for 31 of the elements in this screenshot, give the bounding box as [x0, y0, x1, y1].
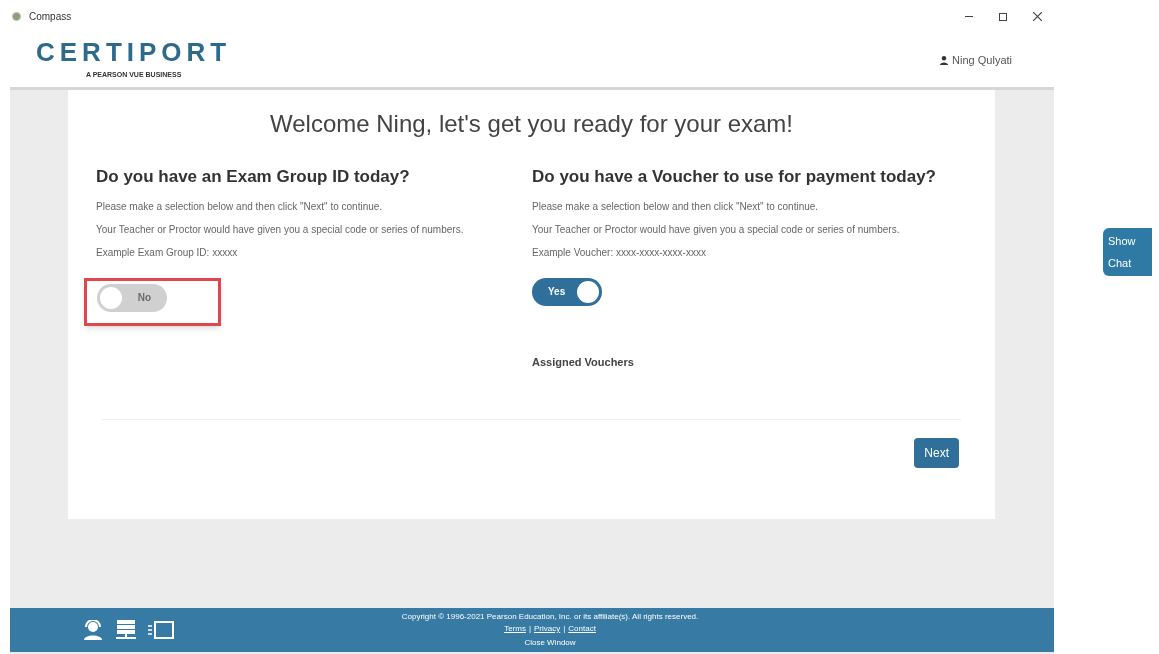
close-window-link[interactable]: Close Window [524, 638, 576, 648]
footer-link[interactable]: Privacy [534, 624, 561, 634]
instruction-text: Example Voucher: xxxx-xxxx-xxxx-xxxx [532, 245, 707, 260]
restore-icon[interactable] [999, 12, 1007, 21]
show-chat-button[interactable]: Show Chat [1103, 228, 1152, 276]
welcome-heading: Welcome Ning, let's get you ready for your exam! [269, 109, 794, 139]
window-title: Compass [29, 10, 72, 24]
section-heading: Do you have an Exam Group ID today? [96, 166, 411, 188]
link-separator: | [528, 624, 531, 634]
app-icon [12, 12, 21, 21]
instruction-text: Please make a selection below and then click "Next" to continue. [532, 199, 820, 214]
user-name: Ning Qulyati [952, 52, 1012, 68]
toggle-switch[interactable]: No [97, 283, 167, 312]
copyright-text: Copyright © 1996-2021 Pearson Education, Inc. or its affiliate(s). All rights reserved. [401, 612, 699, 622]
logo: CERTIPORT [36, 39, 232, 66]
footer-link[interactable]: Terms [504, 624, 526, 634]
footer-link[interactable]: Contact [568, 624, 596, 634]
instruction-text: Your Teacher or Proctor would have given you a special code or series of numbers. [532, 222, 901, 237]
instruction-text: Your Teacher or Proctor would have given you a special code or series of numbers. [96, 222, 465, 237]
link-separator: | [563, 624, 566, 634]
instruction-text: Please make a selection below and then click "Next" to continue. [96, 199, 384, 214]
user-icon [940, 55, 949, 65]
support-agent-icon[interactable] [82, 620, 104, 640]
next-button[interactable]: Next [914, 438, 959, 468]
close-icon[interactable] [1033, 12, 1042, 21]
section-heading: Do you have a Voucher to use for payment today? [532, 166, 937, 188]
assigned-vouchers-label: Assigned Vouchers [532, 354, 635, 370]
server-icon[interactable] [114, 620, 138, 640]
toggle-switch[interactable]: Yes [532, 277, 602, 306]
screen-icon[interactable] [148, 621, 174, 639]
instruction-text: Example Exam Group ID: xxxxx [96, 245, 239, 260]
